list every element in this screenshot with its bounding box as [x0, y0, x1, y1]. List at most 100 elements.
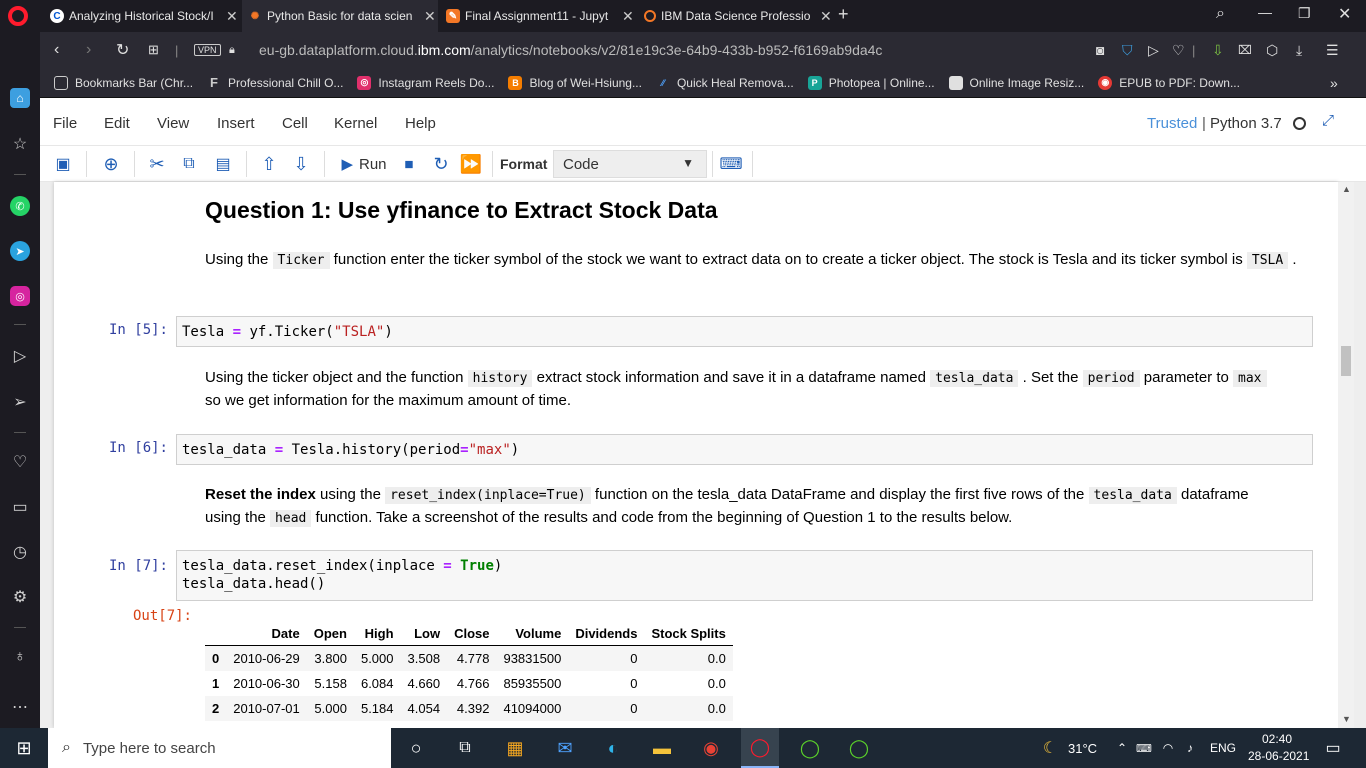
file-explorer-icon[interactable]: ▬ [643, 728, 681, 768]
telegram-icon[interactable]: ➤ [10, 241, 30, 261]
mail-icon[interactable]: ✉ [546, 728, 584, 768]
gear-icon[interactable]: ⚙ [10, 587, 30, 607]
windows-start-icon[interactable]: ⊞ [0, 728, 48, 768]
send-icon[interactable]: ▷ [1148, 42, 1159, 59]
scroll-down-icon[interactable]: ▼ [1342, 714, 1351, 724]
bookmark-4[interactable]: ⁄⁄ Quick Heal Remova... [656, 76, 793, 90]
tab-0[interactable]: C Analyzing Historical Stock/I ✕ [44, 0, 240, 32]
menu-kernel[interactable]: Kernel [334, 115, 377, 132]
whatsapp-icon[interactable]: ✆ [10, 196, 30, 216]
cut-icon[interactable]: ✂ [146, 151, 168, 177]
tab-2[interactable]: ✎ Final Assignment11 - Jupyt ✕ [440, 0, 636, 32]
paste-icon[interactable]: ▤ [212, 151, 234, 177]
bookmark-1[interactable]: F Professional Chill O... [207, 75, 343, 90]
restore-button[interactable]: ❐ [1298, 5, 1311, 22]
bookmark-5[interactable]: P Photopea | Online... [807, 75, 935, 90]
code-cell-6[interactable]: tesla_data = Tesla.history(period="max") [176, 434, 1313, 465]
opera-gx-icon[interactable]: ◯ [791, 728, 829, 768]
taskbar-search[interactable]: ⌕ Type here to search [48, 728, 391, 768]
volume-icon[interactable]: ♪ [1180, 728, 1200, 768]
menu-icon[interactable]: ☰ [1326, 42, 1339, 59]
expand-icon[interactable]: ⤢ [1322, 112, 1334, 129]
history-icon[interactable]: ◷ [10, 542, 30, 562]
bookmark-6[interactable]: Online Image Resiz... [948, 75, 1084, 90]
wifi-icon[interactable]: ◠ [1158, 728, 1178, 768]
chrome-icon[interactable]: ◉ [692, 728, 730, 768]
move-up-icon[interactable]: ⇧ [258, 151, 280, 177]
scroll-up-icon[interactable]: ▲ [1342, 184, 1351, 194]
edge-icon[interactable]: ◐ [594, 728, 632, 768]
shield-icon[interactable]: ⛉ [1122, 42, 1133, 59]
star-icon[interactable]: ☆ [10, 134, 30, 154]
close-icon[interactable]: ✕ [226, 8, 240, 25]
restart-run-all-icon[interactable]: ⏩ [460, 151, 482, 177]
snapshot-icon[interactable]: ▭ [10, 497, 30, 517]
vpn-badge[interactable]: VPN [194, 44, 221, 56]
instagram-icon[interactable]: ◎ [10, 286, 30, 306]
kernel-name[interactable]: Python 3.7 [1210, 115, 1282, 132]
menu-edit[interactable]: Edit [104, 115, 130, 132]
lightbulb-icon[interactable]: ♁ [10, 647, 30, 667]
search-tabs-icon[interactable]: ⌕ [1216, 5, 1225, 23]
notebook-scrollbar[interactable]: ▲ ▼ [1338, 182, 1354, 728]
more-bookmarks-icon[interactable]: » [1330, 75, 1338, 91]
run-button[interactable]: ▶ Run [336, 151, 392, 177]
opera-logo-icon[interactable] [8, 6, 28, 26]
weather-icon[interactable]: ☾ [1036, 728, 1064, 768]
translate-icon[interactable]: ⌧ [1238, 43, 1252, 57]
heart-icon[interactable]: ♡ [10, 452, 30, 472]
save-icon[interactable]: ▣ [52, 151, 74, 177]
url-text[interactable]: eu-gb.dataplatform.cloud.ibm.com/analyti… [259, 42, 882, 58]
menu-cell[interactable]: Cell [282, 115, 308, 132]
bookmark-7[interactable]: ◉ EPUB to PDF: Down... [1098, 75, 1240, 90]
tab-1[interactable]: ✺ Python Basic for data scien ✕ [242, 0, 438, 32]
stop-icon[interactable]: ⏹ [398, 151, 420, 177]
opera-taskbar-icon[interactable]: ◯ [741, 728, 779, 768]
cube-icon[interactable]: ⬡ [1266, 42, 1278, 59]
forward-icon[interactable]: › [86, 41, 91, 59]
insert-cell-icon[interactable]: ⊕ [100, 151, 122, 177]
camera-icon[interactable]: ◙ [1096, 42, 1104, 58]
send-icon[interactable]: ➢ [10, 392, 30, 412]
close-icon[interactable]: ✕ [622, 8, 636, 25]
speed-dial-icon[interactable]: ⊞ [148, 42, 159, 58]
clock-date[interactable]: 28-06-2021 [1248, 749, 1309, 763]
chevron-up-icon[interactable]: ⌃ [1112, 728, 1132, 768]
trusted-indicator[interactable]: Trusted [1147, 115, 1197, 132]
bookmark-2[interactable]: ◎ Instagram Reels Do... [357, 75, 494, 90]
download-icon[interactable]: ⇩ [1212, 42, 1224, 59]
copy-icon[interactable]: ⧉ [178, 151, 200, 177]
cell-type-select[interactable]: Code ▼ [553, 150, 707, 178]
bookmark-0[interactable]: Bookmarks Bar (Chr... [54, 75, 193, 90]
keyboard-icon[interactable]: ⌨ [718, 151, 744, 177]
opera-gx-icon[interactable]: ◯ [840, 728, 878, 768]
code-cell-7[interactable]: tesla_data.reset_index(inplace = True) t… [176, 550, 1313, 601]
bookmark-3[interactable]: B Blog of Wei-Hsiung... [508, 75, 642, 90]
task-view-icon[interactable]: ⧉ [446, 728, 484, 768]
close-window-button[interactable]: ✕ [1338, 4, 1351, 24]
menu-view[interactable]: View [157, 115, 189, 132]
heart-icon[interactable]: ♡ [1172, 42, 1185, 59]
back-icon[interactable]: ‹ [54, 41, 59, 59]
input-indicator-icon[interactable]: ⌨ [1134, 728, 1154, 768]
new-tab-button[interactable]: + [838, 4, 849, 25]
move-down-icon[interactable]: ⇩ [290, 151, 312, 177]
more-icon[interactable]: ⋯ [10, 697, 30, 717]
scrollbar-thumb[interactable] [1341, 346, 1351, 376]
menu-insert[interactable]: Insert [217, 115, 255, 132]
minimize-button[interactable]: — [1258, 4, 1272, 20]
clock-time[interactable]: 02:40 [1262, 732, 1292, 746]
close-icon[interactable]: ✕ [424, 8, 438, 25]
player-icon[interactable]: ▷ [10, 346, 30, 366]
menu-file[interactable]: File [53, 115, 77, 132]
lock-icon[interactable]: 🔒︎ [229, 44, 235, 57]
code-cell-5[interactable]: Tesla = yf.Ticker("TSLA") [176, 316, 1313, 347]
store-icon[interactable]: ▦ [496, 728, 534, 768]
menu-help[interactable]: Help [405, 115, 436, 132]
cortana-icon[interactable]: ○ [397, 728, 435, 768]
downloads-icon[interactable]: ⤓ [1296, 42, 1302, 59]
weather-temp[interactable]: 31°C [1068, 741, 1097, 756]
restart-icon[interactable]: ↻ [430, 151, 452, 177]
close-icon[interactable]: ✕ [820, 8, 834, 25]
language-indicator[interactable]: ENG [1210, 741, 1236, 755]
